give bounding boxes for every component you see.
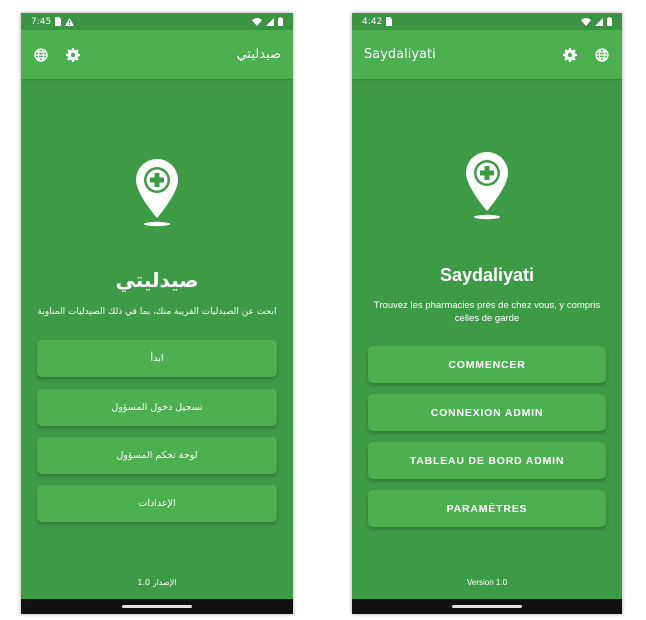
start-button[interactable]: COMMENCER (368, 346, 606, 383)
admin-dashboard-button[interactable]: TABLEAU DE BORD ADMIN (368, 442, 606, 479)
main-title: Saydaliyati (439, 265, 535, 285)
globe-icon[interactable] (594, 47, 610, 63)
phone-screen-arabic: 7:45 صيدليتي صيدليتي ابحث عن الصيدليات ا… (21, 13, 293, 614)
wifi-icon (581, 17, 591, 26)
start-button[interactable]: ابدأ (37, 340, 277, 377)
home-handle[interactable] (452, 605, 522, 608)
sim-icon (385, 17, 393, 26)
app-bar: صيدليتي (21, 30, 293, 79)
gear-icon[interactable] (65, 47, 81, 63)
wifi-icon (252, 17, 262, 26)
settings-button[interactable]: الإعدادات (37, 485, 277, 522)
battery-icon (607, 17, 612, 26)
system-nav-bar (352, 599, 622, 614)
warning-icon (65, 17, 75, 26)
signal-icon (595, 17, 603, 26)
app-bar: Saydaliyati (352, 30, 622, 79)
battery-icon (278, 17, 283, 26)
app-title: Saydaliyati (364, 47, 436, 62)
gear-icon[interactable] (562, 47, 578, 63)
sim-icon (54, 17, 62, 26)
main-title: صيدليتي (115, 268, 199, 292)
subtitle: Trouvez les pharmacies près de chez vous… (373, 300, 601, 324)
status-time: 7:45 (31, 16, 52, 27)
map-pin-plus-icon (134, 157, 180, 231)
system-nav-bar (21, 599, 293, 614)
phone-screen-french: 4:42 Saydaliyati Saydaliyati Trouvez les… (352, 13, 622, 614)
version-label: Version 1.0 (466, 578, 508, 587)
admin-login-button[interactable]: تسجيل دخول المسؤول (37, 389, 277, 426)
home-handle[interactable] (122, 605, 192, 608)
subtitle: ابحث عن الصيدليات القريبة منك، بما في ذل… (37, 307, 277, 317)
settings-button[interactable]: PARAMÈTRES (368, 490, 606, 527)
globe-icon[interactable] (33, 47, 49, 63)
admin-dashboard-button[interactable]: لوحة تحكم المسؤول (37, 437, 277, 474)
status-bar: 7:45 (21, 13, 293, 30)
signal-icon (266, 17, 274, 26)
status-time: 4:42 (362, 16, 383, 27)
app-title: صيدليتي (236, 47, 281, 62)
status-bar: 4:42 (352, 13, 622, 30)
version-label: الإصدار 1.0 (137, 578, 177, 587)
admin-login-button[interactable]: CONNEXION ADMIN (368, 394, 606, 431)
map-pin-plus-icon (464, 150, 510, 224)
